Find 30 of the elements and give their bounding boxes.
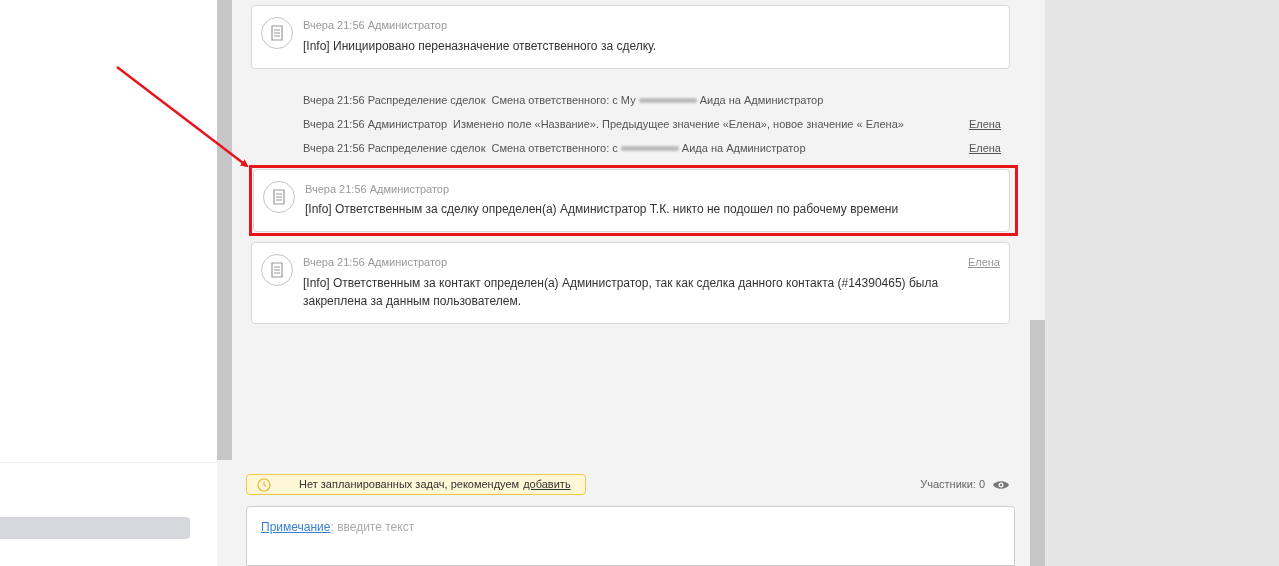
scrollbar-thumb[interactable] xyxy=(1030,320,1045,566)
document-icon xyxy=(263,180,295,213)
history-meta: Вчера 21:56 Распределение сделок xyxy=(303,141,486,157)
note-text: [Info] Ответственным за сделку определен(а) Администратор Т.К. никто не подошел по рабочему времени xyxy=(305,201,900,218)
note-text: [Info] Ответственным за контакт определен(а) Администратор, так как сделка данного контакта (#14390465) была закреплена за данным пользователем. xyxy=(303,274,940,310)
note-meta: Вчера 21:56 Администратор xyxy=(303,18,448,33)
scrollbar-thumb[interactable] xyxy=(217,0,232,460)
history-meta: Вчера 21:56 Распределение сделок xyxy=(303,93,486,109)
input-placeholder: : введите текст xyxy=(330,520,415,534)
note-input-field[interactable]: Примечание: введите текст xyxy=(246,506,1015,566)
tasks-notice-text: Нет запланированных задач, рекомендуем xyxy=(299,477,520,493)
document-icon xyxy=(261,254,293,286)
clock-icon xyxy=(257,477,271,492)
history-text: Смена ответственного: с Му xyxy=(491,93,636,109)
history-text: Аида на Администратор xyxy=(681,141,806,157)
note-text: [Info] Инициировано переназначение ответственного за сделку. xyxy=(303,37,658,55)
document-icon xyxy=(261,17,293,49)
blurred-text xyxy=(638,98,697,103)
participants-count: Участники: 0 xyxy=(920,477,985,493)
history-text: Изменено поле «Название». Предыдущее значение «Елена», новое значение « Елена» xyxy=(453,117,904,133)
history-text: Смена ответственного: с xyxy=(491,141,618,157)
history-text: Аида на Администратор xyxy=(699,93,824,109)
eye-icon[interactable] xyxy=(993,479,1009,490)
author-link[interactable]: Елена xyxy=(968,116,1001,133)
history-meta: Вчера 21:56 Администратор xyxy=(303,117,448,133)
blurred-text xyxy=(620,146,679,151)
note-meta: Вчера 21:56 Администратор xyxy=(305,181,450,197)
add-task-link[interactable]: добавить xyxy=(523,476,571,493)
note-meta: Вчера 21:56 Администратор xyxy=(303,255,448,270)
author-link[interactable]: Елена xyxy=(968,140,1001,157)
